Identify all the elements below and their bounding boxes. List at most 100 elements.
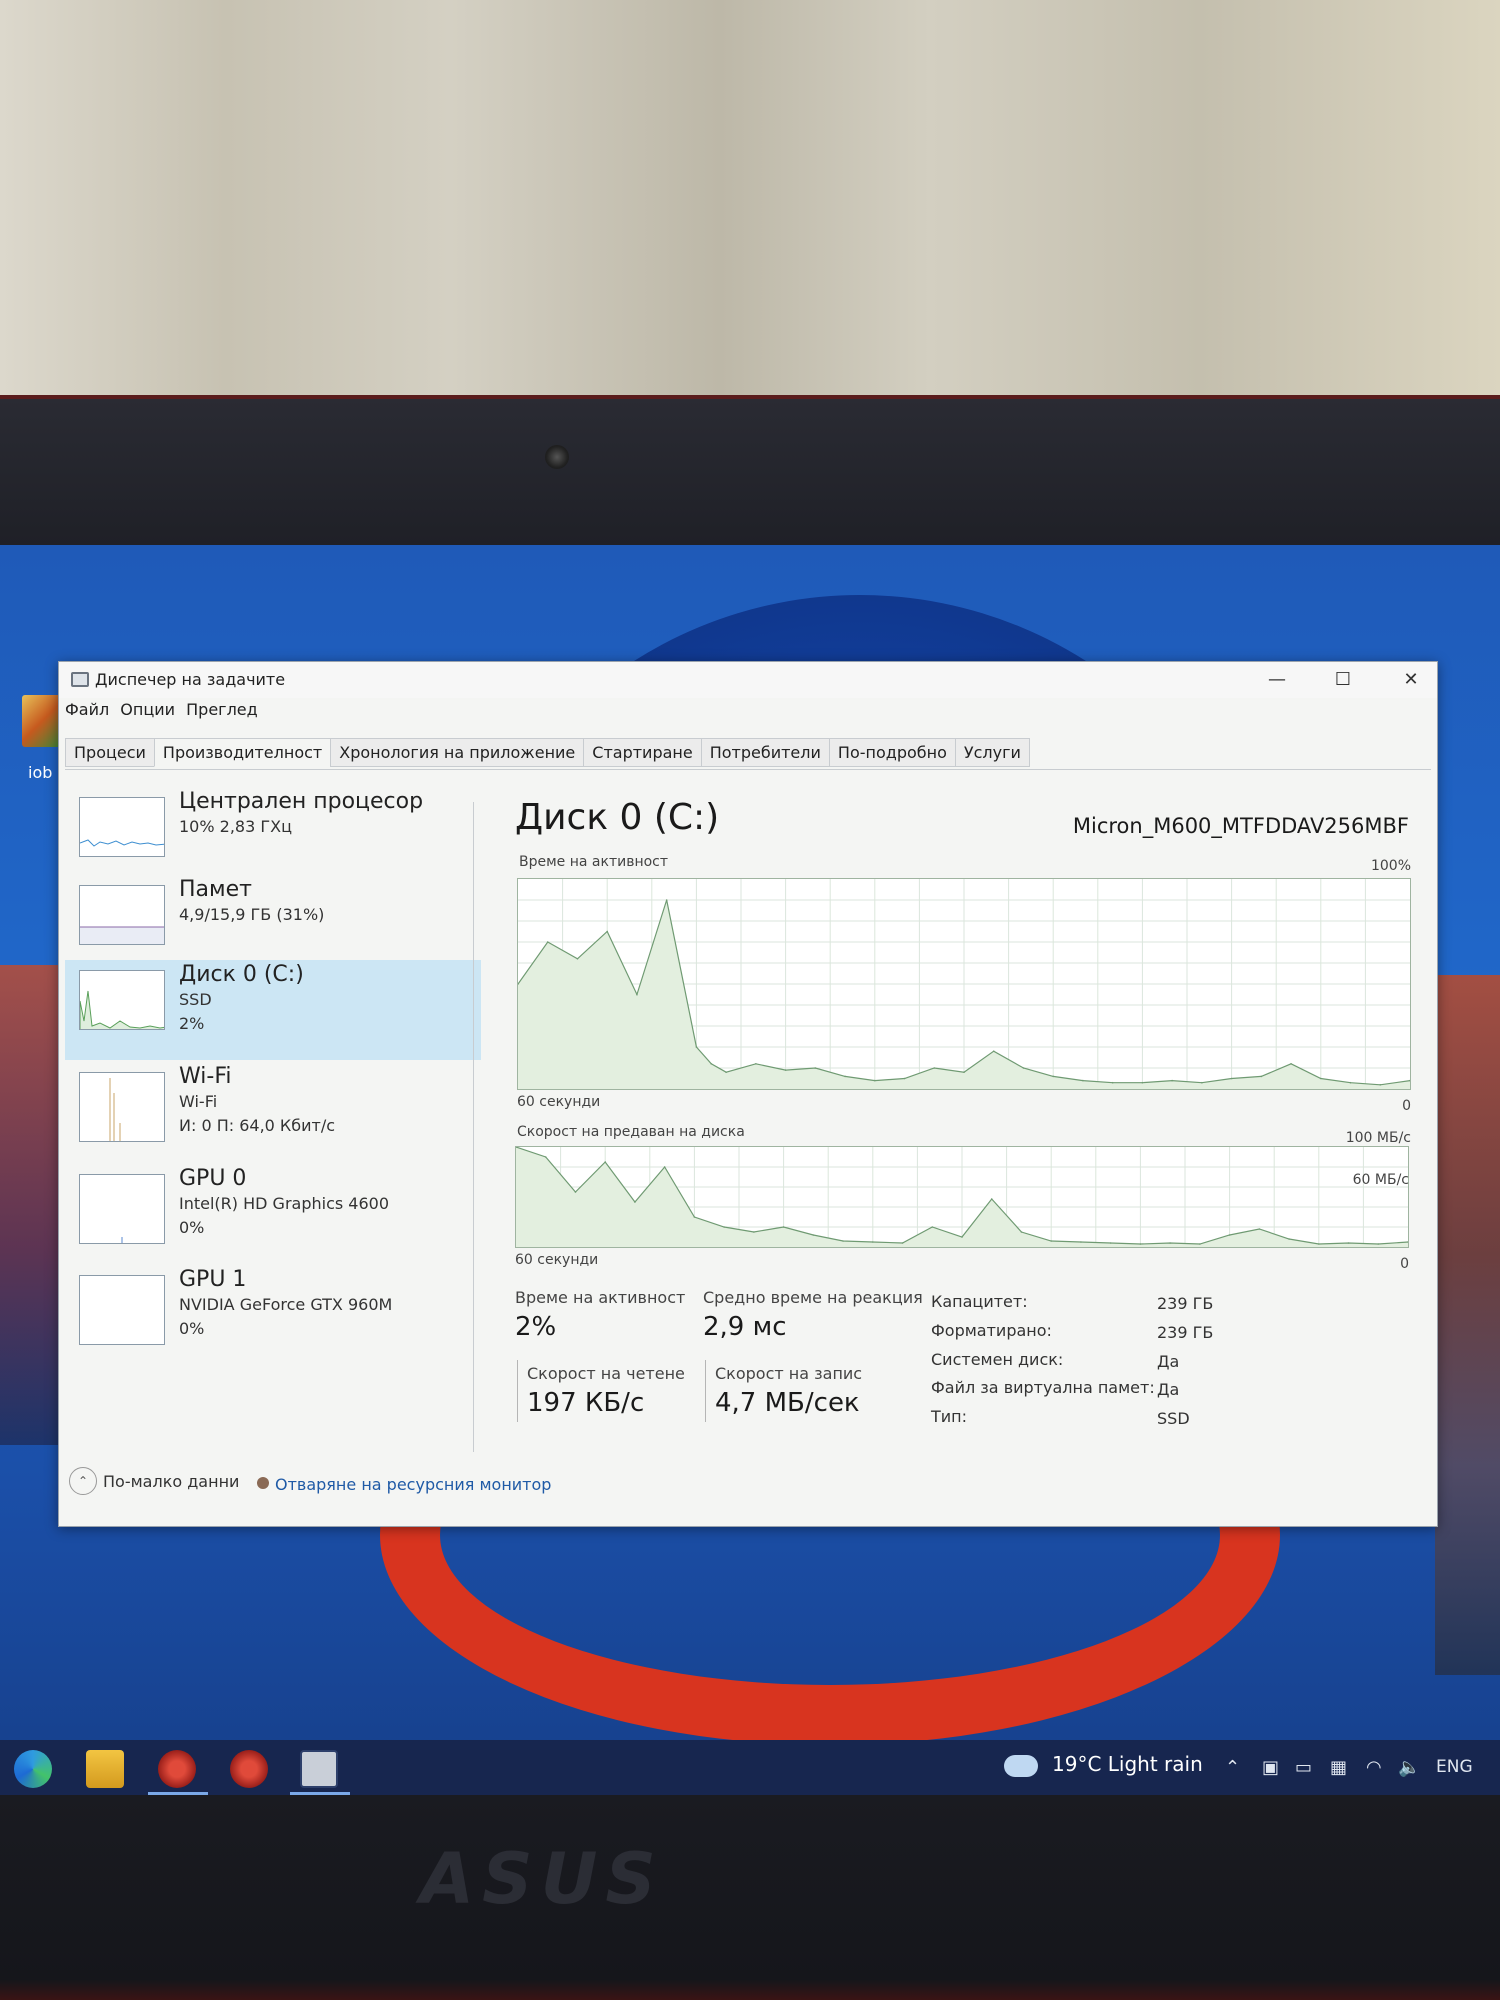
asus-logo: ASUS [420,1838,664,1920]
data-point [1260,1075,1263,1078]
weather-text[interactable]: 19°C Light rain [1052,1752,1203,1776]
capacity-value: 239 ГБ [1157,1294,1214,1313]
data-point [665,899,668,901]
app-red-icon[interactable] [158,1750,196,1788]
desktop-file-icon[interactable] [22,695,62,747]
activity-chart-max: 100% [1370,858,1411,874]
fewer-details-chevron-icon[interactable]: ⌃ [69,1467,97,1495]
capacity-label: Капацитет: [931,1292,1028,1311]
minimize-button[interactable]: — [1257,668,1297,692]
laptop-lower-bezel [0,1795,1500,2000]
sidebar-item-label: Диск 0 (C:) [179,962,304,987]
maximize-button[interactable]: ☐ [1323,668,1363,692]
tray-display-icon[interactable]: ▦ [1330,1757,1347,1778]
sidebar-item-type: NVIDIA GeForce GTX 960M [179,1295,393,1314]
tray-meet-icon[interactable]: ▣ [1262,1757,1279,1778]
tab-details[interactable]: По-подробно [828,738,956,767]
resource-monitor-link[interactable]: Отваряне на ресурсния монитор [275,1475,551,1494]
data-point [1080,1241,1082,1243]
data-point [755,1063,757,1065]
wallpaper-right [1435,975,1500,1675]
activity-chart-min: 0 [1402,1098,1411,1114]
data-point [874,1079,876,1082]
cpu-thumbnail [79,797,165,857]
sidebar-item-wifi[interactable]: Wi-Fi Wi-Fi И: 0 П: 64,0 Кбит/с [65,1062,481,1162]
data-point [844,1075,846,1078]
data-point [695,1046,698,1048]
sidebar-item-label: Централен процесор [179,789,424,814]
response-stat-value: 2,9 мс [703,1312,787,1342]
data-point [576,958,579,960]
sidebar-item-label: GPU 1 [179,1267,247,1292]
data-point [814,1067,817,1069]
tray-battery-icon[interactable]: ▭ [1295,1757,1312,1778]
page-file-value: Да [1157,1380,1180,1399]
data-point [931,1226,934,1228]
data-point [990,1198,993,1200]
memory-thumbnail [79,885,165,945]
data-point [1320,1077,1322,1080]
system-disk-label: Системен диск: [931,1350,1064,1369]
tab-services[interactable]: Услуги [954,738,1030,767]
sidebar-item-gpu1[interactable]: GPU 1 NVIDIA GeForce GTX 960M 0% [65,1265,481,1365]
sidebar-item-gpu0[interactable]: GPU 0 Intel(R) HD Graphics 4600 0% [65,1164,481,1264]
transfer-chart [515,1146,1409,1248]
disk-model: Micron_M600_MTFDDAV256MBF [1072,814,1409,838]
read-stat-box [517,1360,518,1422]
language-indicator[interactable]: ENG [1436,1757,1473,1777]
menu-file[interactable]: Файл [65,700,109,719]
title-bar[interactable]: Диспечер на задачите — ☐ ✕ [59,662,1437,698]
data-point [574,1191,577,1193]
data-point [725,1071,727,1073]
data-point [1318,1243,1320,1245]
data-point [901,1242,904,1244]
data-point [723,1226,725,1228]
data-point [1111,1081,1114,1084]
sidebar-item-cpu[interactable]: Централен процесор 10% 2,83 ГХц [65,787,481,887]
tab-users[interactable]: Потребители [700,738,830,767]
data-point [546,941,549,943]
data-point [604,1161,606,1163]
data-point [1228,1234,1231,1236]
pane-divider [473,802,474,1452]
data-point [753,1231,755,1233]
data-point [1347,1242,1350,1244]
system-disk-value: Да [1157,1352,1180,1371]
task-manager-taskbar-icon[interactable] [300,1750,338,1788]
tab-performance[interactable]: Производителност [153,738,332,767]
data-point [1109,1242,1112,1244]
gpu1-thumbnail [79,1275,165,1345]
wallpaper-left [0,965,60,1445]
wifi-icon[interactable]: ◠ [1366,1757,1382,1778]
data-point [1022,1067,1025,1069]
data-point [1230,1077,1233,1080]
tab-processes[interactable]: Процеси [65,738,155,767]
activity-stat-value: 2% [515,1312,557,1342]
data-point [663,1166,666,1168]
sidebar-item-value: 4,9/15,9 ГБ (31%) [179,905,325,924]
tab-app-history[interactable]: Хронология на приложение [330,738,585,767]
sidebar-item-type: Wi-Fi [179,1092,218,1111]
write-stat-box [705,1360,706,1422]
tray-chevron-icon[interactable]: ⌃ [1225,1757,1240,1778]
menu-view[interactable]: Преглед [186,700,258,719]
data-point [1290,1063,1292,1065]
window-title: Диспечер на задачите [95,670,286,689]
menu-options[interactable]: Опции [120,700,175,719]
sidebar-item-label: GPU 0 [179,1166,247,1191]
formatted-value: 239 ГБ [1157,1323,1214,1342]
sidebar-item-disk[interactable]: Диск 0 (C:) SSD 2% [65,960,481,1060]
file-explorer-icon[interactable] [86,1750,124,1788]
fewer-details-button[interactable]: По-малко данни [103,1472,239,1491]
volume-icon[interactable]: 🔈 [1398,1757,1420,1778]
data-point [784,1069,787,1071]
data-point [933,1067,936,1069]
close-button[interactable]: ✕ [1391,668,1431,692]
data-point [782,1226,785,1228]
tab-startup[interactable]: Стартиране [583,738,702,767]
data-point [1288,1238,1290,1240]
response-stat-label: Средно време на реакция [703,1288,923,1307]
edge-icon[interactable] [14,1750,52,1788]
data-point [693,1216,696,1218]
app-red-icon-2[interactable] [230,1750,268,1788]
